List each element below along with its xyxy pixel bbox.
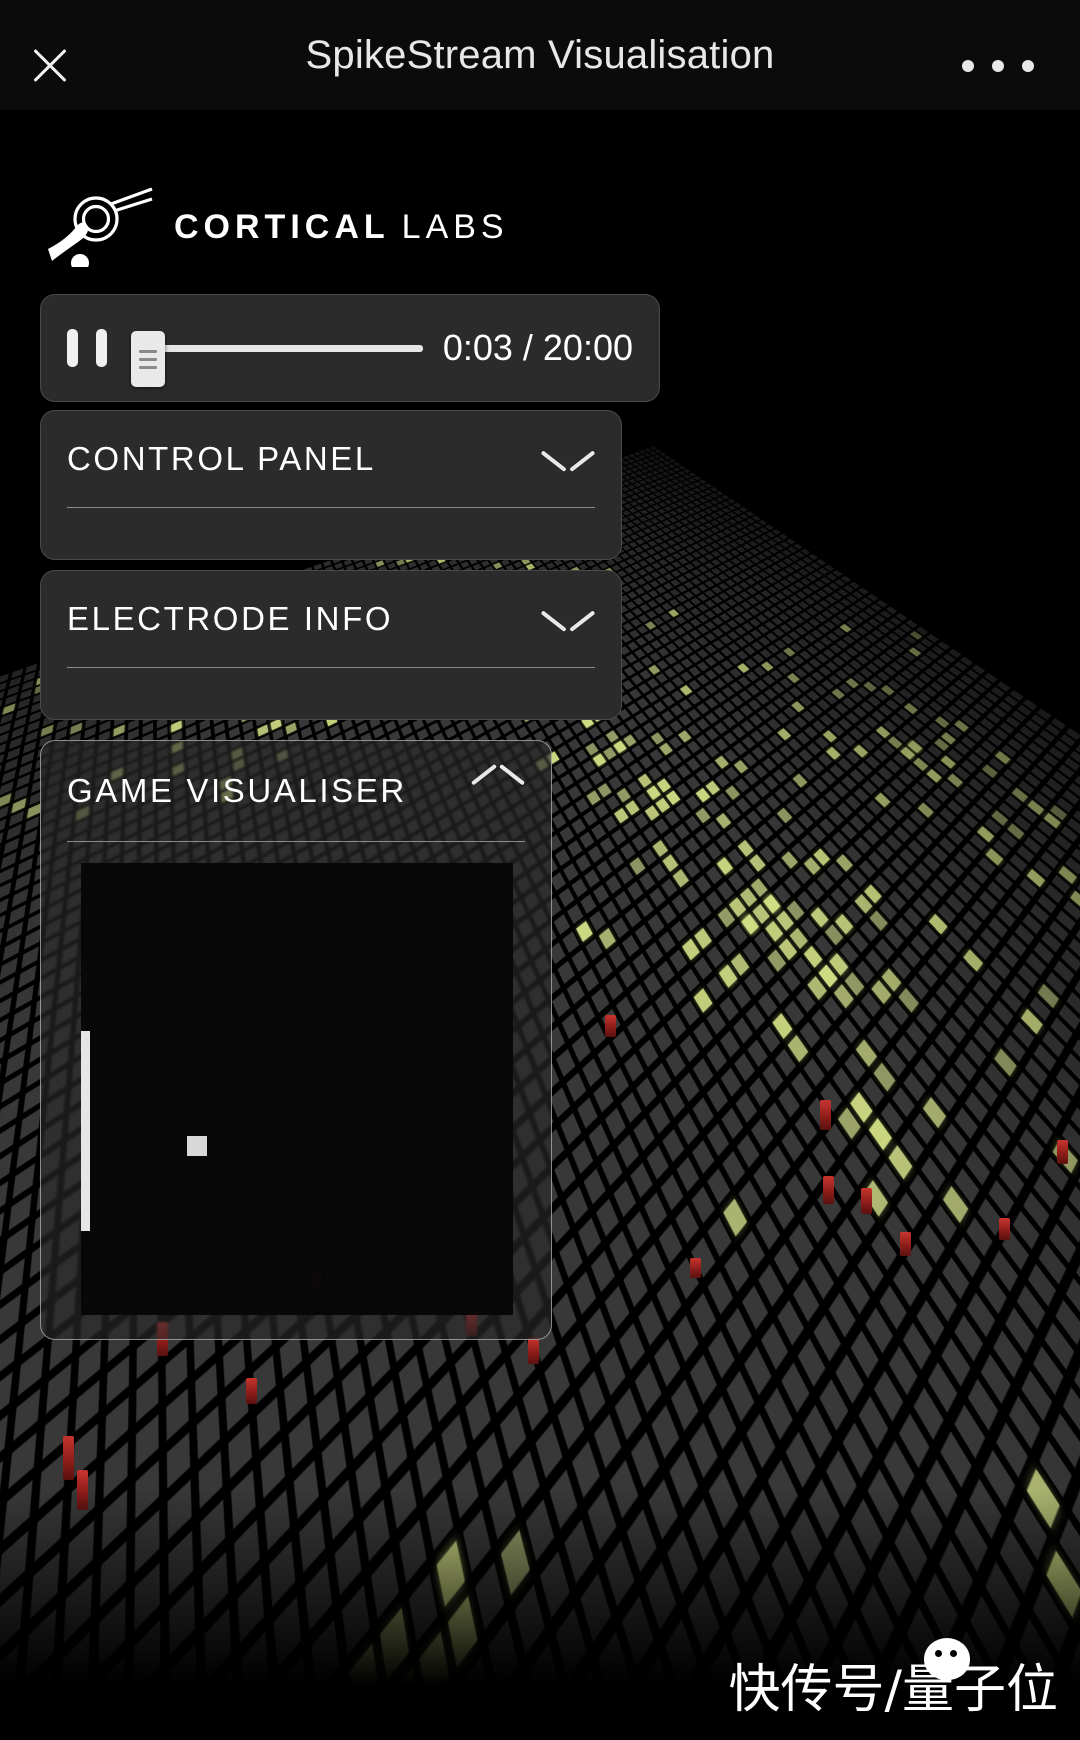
pong-ball — [187, 1136, 207, 1156]
stimulation-pillar — [900, 1232, 911, 1256]
stimulation-pillar — [1057, 1140, 1068, 1164]
chevron-down-icon[interactable] — [541, 602, 595, 636]
app-root: SpikeStream Visualisation CORTICAL LABS — [0, 0, 1080, 1740]
time-display: 0:03 / 20:00 — [442, 327, 633, 368]
brand-wordmark: CORTICAL LABS — [174, 208, 509, 247]
stimulation-pillar — [528, 1338, 539, 1364]
stimulation-pillar — [690, 1258, 701, 1278]
section-divider — [67, 667, 595, 668]
section-game-visualiser[interactable]: GAME VISUALISER — [40, 740, 552, 1340]
pause-icon[interactable] — [67, 328, 107, 368]
watermark: 快传号/量子位 — [728, 1638, 1058, 1720]
pong-paddle — [81, 1031, 90, 1231]
chevron-up-icon[interactable] — [471, 774, 525, 808]
more-options-icon[interactable] — [962, 52, 1034, 80]
stimulation-pillar — [861, 1188, 872, 1214]
section-title-game-visualiser: GAME VISUALISER — [67, 772, 407, 809]
wechat-icon — [924, 1638, 971, 1680]
stimulation-pillar — [605, 1015, 616, 1037]
section-title-electrode-info: ELECTRODE INFO — [67, 600, 394, 637]
stimulation-pillar — [63, 1436, 74, 1480]
stimulation-pillar — [246, 1378, 257, 1404]
stimulation-pillar — [999, 1218, 1010, 1240]
playback-bar: 0:03 / 20:00 — [40, 294, 660, 402]
section-divider — [67, 841, 525, 842]
brand-logo: CORTICAL LABS — [40, 186, 509, 272]
stimulation-pillar — [823, 1176, 834, 1204]
section-header[interactable]: ELECTRODE INFO — [67, 571, 595, 667]
section-title-control-panel: CONTROL PANEL — [67, 440, 376, 477]
brand-name-bold: CORTICAL — [174, 207, 390, 246]
section-control-panel[interactable]: CONTROL PANEL — [40, 410, 622, 560]
brand-name-light: LABS — [401, 207, 509, 246]
section-header[interactable]: CONTROL PANEL — [67, 411, 595, 507]
stimulation-pillar — [820, 1100, 831, 1130]
seek-slider[interactable] — [131, 328, 423, 387]
watermark-text: 快传号/量子位 — [728, 1660, 1058, 1720]
game-viewport[interactable] — [81, 863, 513, 1315]
seek-thumb[interactable] — [131, 331, 165, 387]
page-title: SpikeStream Visualisation — [305, 32, 775, 77]
chevron-down-icon[interactable] — [541, 442, 595, 476]
app-header: SpikeStream Visualisation — [0, 0, 1080, 110]
cortical-labs-mark-icon — [40, 187, 160, 272]
section-electrode-info[interactable]: ELECTRODE INFO — [40, 570, 622, 720]
section-header[interactable]: GAME VISUALISER — [67, 741, 525, 841]
seek-track[interactable] — [145, 344, 423, 352]
section-divider — [67, 507, 595, 508]
